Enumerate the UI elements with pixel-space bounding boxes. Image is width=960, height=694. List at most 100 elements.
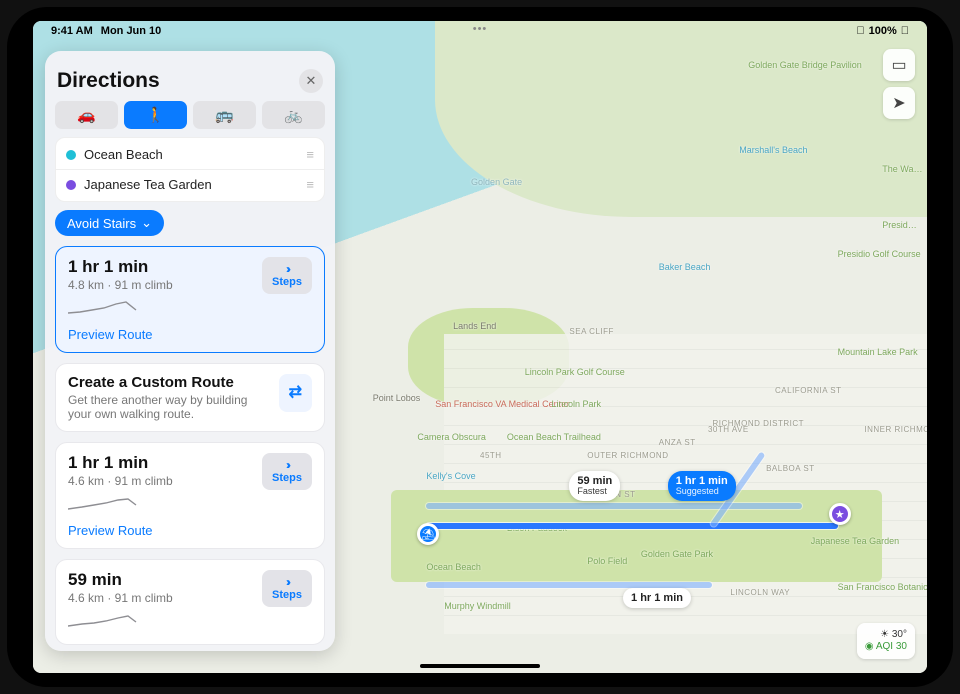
map-icon: ▭ — [891, 55, 906, 75]
route-time: 59 min — [68, 570, 173, 590]
poi-botanical: San Francisco Botanical… — [838, 582, 927, 592]
poi-lincoln-park: Lincoln Park — [552, 399, 602, 409]
route-fastest — [426, 503, 801, 509]
mode-walk[interactable]: 🚶 — [124, 101, 187, 129]
panel-title: Directions — [57, 69, 160, 93]
origin-row[interactable]: Ocean Beach ≡ — [56, 140, 324, 169]
st-california: CALIFORNIA ST — [775, 386, 842, 395]
destination-dot-icon — [66, 180, 76, 190]
route-card-1[interactable]: 1 hr 1 min 4.8 km · 91 m climb ›› Steps … — [55, 246, 325, 353]
locations-list: Ocean Beach ≡ Japanese Tea Garden ≡ — [55, 137, 325, 202]
close-button[interactable]: ✕ — [299, 69, 323, 93]
origin-label: Ocean Beach — [84, 147, 163, 162]
st-anza: ANZA ST — [659, 438, 696, 447]
poi-marshall: Marshall's Beach — [739, 145, 807, 155]
route-alt — [426, 582, 712, 588]
route-time: 1 hr 1 min — [68, 453, 173, 473]
transit-icon: 🚌 — [215, 106, 234, 124]
route-sub: 4.6 km · 91 m climb — [68, 474, 173, 488]
poi-polo: Polo Field — [587, 556, 627, 566]
map-view-button[interactable]: ▭ — [883, 49, 915, 81]
callout-fastest[interactable]: 59 minFastest — [569, 471, 620, 501]
drag-handle-icon[interactable]: ≡ — [306, 177, 314, 192]
location-arrow-icon: ➤ — [892, 93, 905, 113]
custom-route-icon-btn: ⇄ — [279, 374, 312, 412]
chevrons-icon: ›› — [272, 459, 302, 472]
chevron-down-icon: ⌄ — [141, 215, 152, 231]
st-balboa: BALBOA ST — [766, 464, 815, 473]
poi-wa: The Wa… — [882, 164, 922, 174]
st-45th: 45TH — [480, 451, 502, 460]
elevation-spark-icon — [68, 298, 138, 316]
poi-ocean-beach: Ocean Beach — [426, 562, 481, 572]
callout-suggested[interactable]: 1 hr 1 minSuggested — [668, 471, 736, 501]
mode-car[interactable]: 🚗 — [55, 101, 118, 129]
mode-transit[interactable]: 🚌 — [193, 101, 256, 129]
route-card-3[interactable]: 59 min 4.6 km · 91 m climb ›› Steps — [55, 559, 325, 645]
poi-point-lobos: Point Lobos — [373, 393, 421, 403]
weather-pill[interactable]: ☀︎ 30° ◉ AQI 30 — [857, 623, 915, 659]
area-outer-richmond: OUTER RICHMOND — [587, 451, 668, 460]
close-icon: ✕ — [306, 73, 317, 89]
poi-presidio-golf: Presidio Golf Course — [838, 249, 921, 259]
st-30th: 30TH AVE — [708, 425, 749, 434]
mode-cycle[interactable]: 🚲 — [262, 101, 325, 129]
area-sea-cliff: SEA CLIFF — [569, 327, 614, 336]
origin-dot-icon — [66, 150, 76, 160]
poi-mountain-lake: Mountain Lake Park — [838, 347, 918, 357]
pin-destination[interactable]: ★ — [829, 503, 851, 525]
transport-modes: 🚗 🚶 🚌 🚲 — [55, 101, 325, 129]
route-builder-icon: ⇄ — [289, 384, 302, 401]
locate-button[interactable]: ➤ — [883, 87, 915, 119]
chevrons-icon: ›› — [272, 576, 302, 589]
steps-button[interactable]: ›› Steps — [262, 570, 312, 607]
poi-gg-bridge: Golden Gate Bridge Pavilion — [748, 60, 862, 70]
steps-button[interactable]: ›› Steps — [262, 257, 312, 294]
poi-ocean-beach-th: Ocean Beach Trailhead — [507, 432, 601, 442]
multitask-dots-icon[interactable]: ••• — [473, 23, 488, 35]
water-label: Golden Gate — [471, 177, 522, 187]
preview-route-link[interactable]: Preview Route — [68, 327, 312, 342]
route-suggested — [426, 523, 837, 529]
destination-row[interactable]: Japanese Tea Garden ≡ — [56, 169, 324, 199]
status-time: 9:41 AM — [51, 25, 93, 37]
poi-presidio: Presid… — [882, 220, 917, 230]
map-controls: ▭ ➤ — [883, 49, 915, 119]
callout-alt[interactable]: 1 hr 1 min — [623, 588, 691, 608]
chevrons-icon: ›› — [272, 263, 302, 276]
route-card-2[interactable]: 1 hr 1 min 4.6 km · 91 m climb ›› Steps … — [55, 442, 325, 549]
custom-route-desc: Get there another way by building your o… — [68, 393, 258, 421]
poi-va: San Francisco VA Medical Center — [435, 399, 569, 409]
custom-route-title: Create a Custom Route — [68, 374, 258, 391]
elevation-spark-icon — [68, 611, 138, 629]
status-date: Mon Jun 10 — [101, 25, 162, 37]
poi-lands-end: Lands End — [453, 321, 496, 331]
home-indicator[interactable] — [420, 664, 540, 668]
battery-icon: 􀛨 — [901, 25, 909, 37]
screen: 9:41 AM Mon Jun 10 􀙇 100% 􀛨 ••• Golden G… — [33, 21, 927, 673]
route-sub: 4.8 km · 91 m climb — [68, 278, 173, 292]
poi-gg-park: Golden Gate Park — [641, 549, 713, 559]
custom-route-card[interactable]: Create a Custom Route Get there another … — [55, 363, 325, 432]
destination-label: Japanese Tea Garden — [84, 177, 212, 192]
route-sub: 4.6 km · 91 m climb — [68, 591, 173, 605]
avoid-stairs-dropdown[interactable]: Avoid Stairs⌄ — [55, 210, 164, 236]
poi-tea-garden: Japanese Tea Garden — [811, 536, 899, 546]
poi-kellys: Kelly's Cove — [426, 471, 475, 481]
poi-camera: Camera Obscura — [417, 432, 486, 442]
ipad-frame: 9:41 AM Mon Jun 10 􀙇 100% 􀛨 ••• Golden G… — [7, 7, 953, 687]
area-inner-richmond: INNER RICHMOND — [864, 425, 927, 434]
poi-lincoln-golf: Lincoln Park Golf Course — [525, 367, 625, 377]
route-time: 1 hr 1 min — [68, 257, 173, 277]
poi-baker: Baker Beach — [659, 262, 711, 272]
directions-panel: Directions ✕ 🚗 🚶 🚌 🚲 Ocean Beach ≡ Japan… — [45, 51, 335, 651]
preview-route-link[interactable]: Preview Route — [68, 523, 312, 538]
battery-label: 100% — [869, 25, 897, 37]
st-lincoln-way: LINCOLN WAY — [730, 588, 790, 597]
cycle-icon: 🚲 — [284, 106, 303, 124]
wifi-icon: 􀙇 — [856, 25, 864, 37]
car-icon: 🚗 — [77, 106, 96, 124]
steps-button[interactable]: ›› Steps — [262, 453, 312, 490]
drag-handle-icon[interactable]: ≡ — [306, 147, 314, 162]
poi-murphy: Murphy Windmill — [444, 601, 511, 611]
